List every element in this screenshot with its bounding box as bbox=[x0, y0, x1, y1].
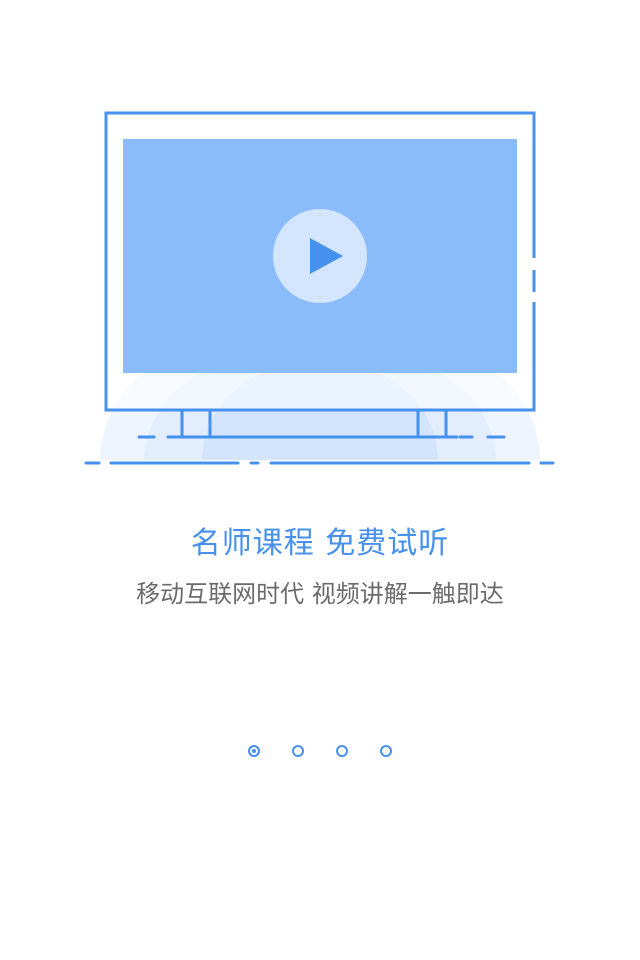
page-dot[interactable] bbox=[292, 745, 304, 757]
page-dot-active[interactable] bbox=[248, 745, 260, 757]
intro-subtitle: 移动互联网时代 视频讲解一触即达 bbox=[136, 580, 504, 608]
play-button[interactable] bbox=[273, 209, 367, 303]
page-dot[interactable] bbox=[336, 745, 348, 757]
page-indicator bbox=[0, 745, 640, 761]
video-screen-illustration bbox=[84, 111, 555, 465]
frame-notch bbox=[531, 292, 537, 302]
page-dot[interactable] bbox=[380, 745, 392, 757]
frame-notch bbox=[531, 258, 537, 270]
intro-title: 名师课程 免费试听 bbox=[190, 526, 450, 561]
